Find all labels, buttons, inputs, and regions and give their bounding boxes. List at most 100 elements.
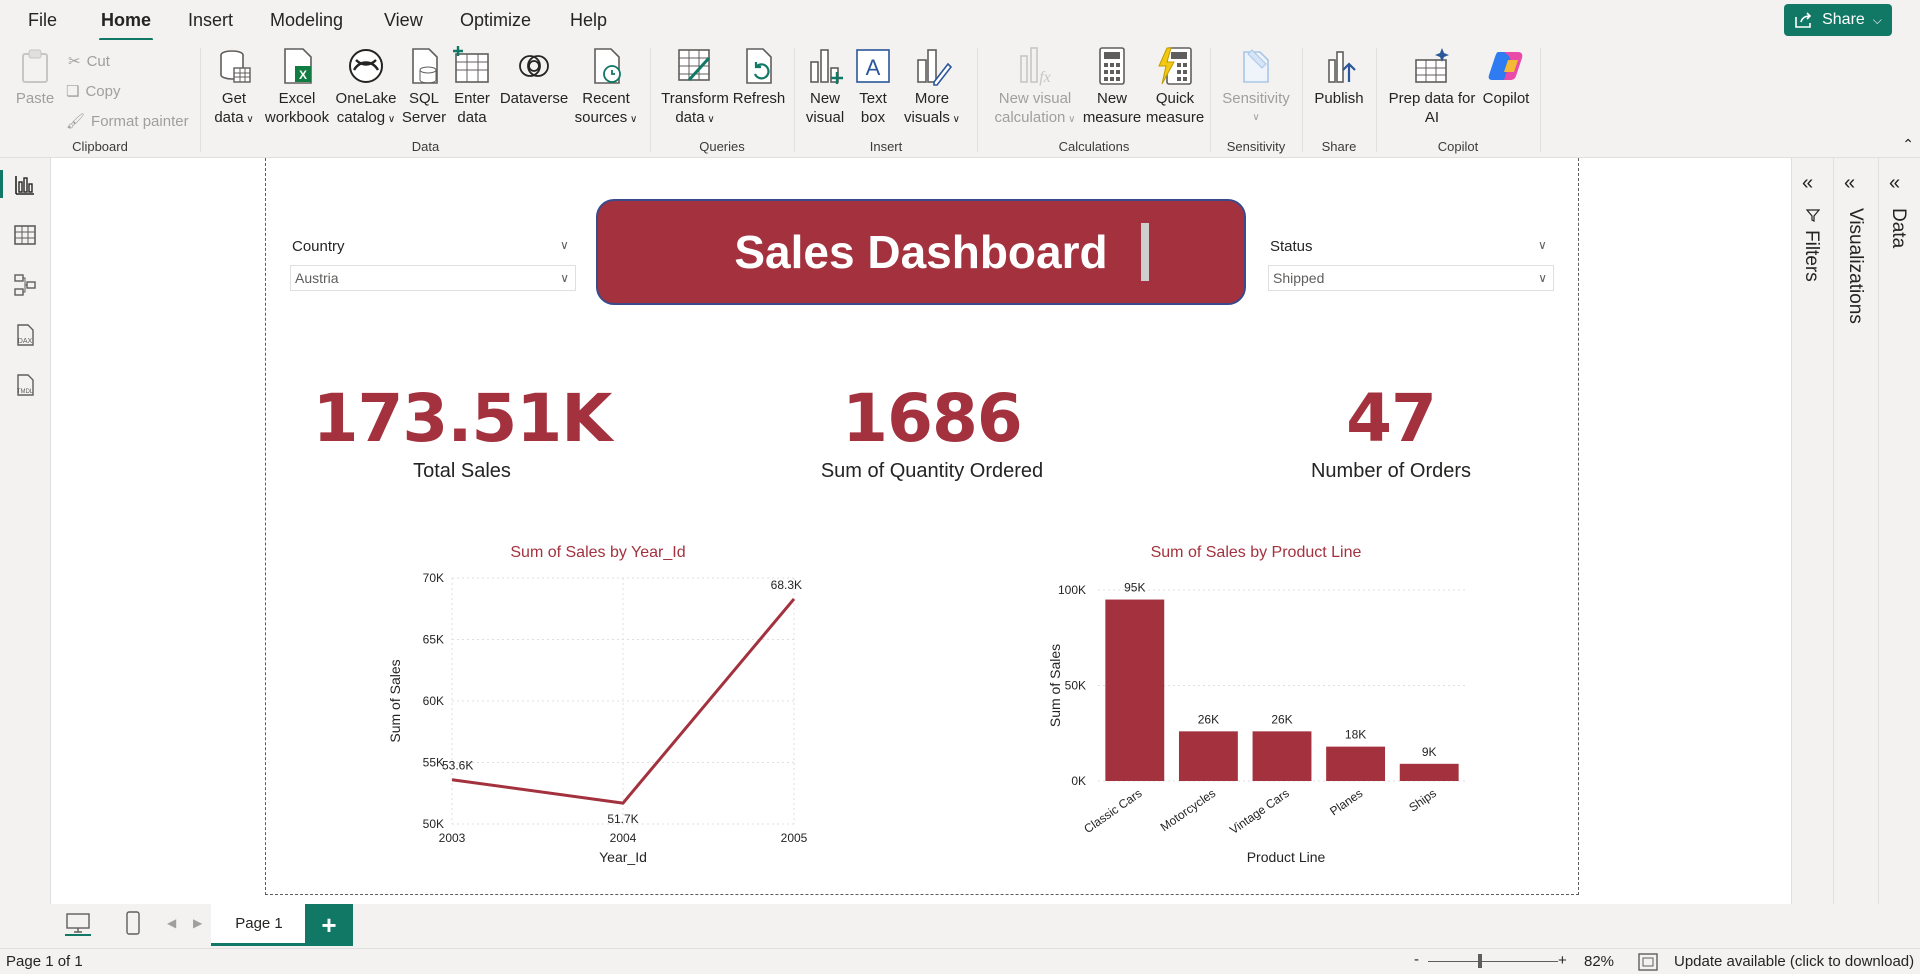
table-view-icon[interactable]: [12, 222, 38, 248]
dataverse-button[interactable]: Dataverse: [497, 46, 571, 108]
enter-data-button[interactable]: Enter data: [451, 46, 493, 127]
menu-help[interactable]: Help: [570, 10, 607, 31]
kpi-orders-value[interactable]: 47: [1241, 380, 1541, 457]
svg-text:TMDL: TMDL: [17, 389, 34, 395]
publish-button[interactable]: Publish: [1309, 46, 1369, 108]
country-slicer-value: Austria: [295, 270, 339, 286]
mobile-layout-icon[interactable]: [125, 910, 141, 936]
sql-server-button[interactable]: SQL Server: [401, 46, 447, 127]
data-label: 53.6K: [442, 759, 473, 773]
chevron-down-icon[interactable]: ∨: [1538, 238, 1547, 252]
bar-chart[interactable]: 0K 50K 100K 95K Classic Cars 26K Motorcycles 26…: [1040, 566, 1480, 876]
data-label: 68.3K: [771, 578, 802, 592]
filter-icon: [1806, 209, 1820, 222]
share-label: Share: [1822, 11, 1865, 28]
recent-sources-button[interactable]: Recent sources ∨: [571, 46, 641, 129]
status-slicer-dropdown[interactable]: Shipped ∨: [1268, 265, 1554, 291]
copilot-label: Copilot: [1482, 90, 1530, 107]
sensitivity-button[interactable]: Sensitivity ∨: [1215, 46, 1297, 127]
format-painter-button[interactable]: 🖌 Format painter: [66, 112, 189, 131]
transform-data-button[interactable]: Transform data ∨: [659, 46, 731, 129]
zoom-slider-thumb[interactable]: [1478, 954, 1482, 968]
excel-workbook-button[interactable]: X Excel workbook: [261, 46, 333, 127]
share-icon: [1795, 12, 1812, 28]
bar: [1178, 731, 1238, 781]
paste-button[interactable]: Paste: [14, 46, 56, 108]
new-measure-button[interactable]: New measure: [1080, 46, 1144, 127]
refresh-icon: [746, 48, 772, 84]
line-chart[interactable]: 50K 55K 60K 65K 70K 2003 2004 2005 53.6K 51.7K 68.…: [380, 566, 820, 876]
kpi-total-sales-value[interactable]: 173.51K: [312, 380, 613, 457]
database-icon: [220, 50, 251, 83]
bar: [1326, 746, 1386, 781]
quick-measure-button[interactable]: Quick measure: [1144, 46, 1206, 127]
zoom-in-button[interactable]: +: [1558, 952, 1567, 969]
zoom-slider[interactable]: [1428, 961, 1558, 962]
copy-button[interactable]: ❏ Copy: [66, 82, 120, 101]
menu-file[interactable]: File: [28, 10, 57, 31]
clipboard-group-label: Clipboard: [72, 139, 128, 154]
svg-text:fx: fx: [1039, 69, 1051, 86]
new-visual-calc-label-1: New visual: [998, 90, 1072, 107]
expand-visualizations-icon[interactable]: «: [1844, 172, 1855, 195]
copilot-button[interactable]: Copilot: [1477, 46, 1535, 108]
text-box-button[interactable]: A Text box: [851, 46, 895, 127]
chevron-down-icon[interactable]: ∨: [560, 238, 569, 252]
recent-label-1: Recent: [582, 90, 630, 107]
next-page-icon[interactable]: ▶: [193, 916, 202, 930]
model-view-icon[interactable]: [12, 272, 38, 298]
y-tick-label: 55K: [423, 756, 444, 770]
expand-data-icon[interactable]: «: [1889, 172, 1900, 195]
status-slicer-value: Shipped: [1273, 270, 1325, 286]
text-cursor: [1141, 223, 1149, 281]
collapse-ribbon-icon[interactable]: ⌃: [1902, 136, 1914, 153]
more-visuals-button[interactable]: More visuals ∨: [899, 46, 965, 129]
publish-icon: [1328, 51, 1356, 83]
dashboard-title-banner[interactable]: Sales Dashboard: [596, 199, 1246, 305]
more-visuals-label-2: visuals ∨: [904, 109, 960, 126]
svg-text:A: A: [866, 55, 881, 80]
country-slicer-dropdown[interactable]: Austria ∨: [290, 265, 576, 291]
add-page-button[interactable]: +: [305, 904, 353, 946]
transform-data-icon: [678, 49, 711, 82]
zoom-out-button[interactable]: -: [1414, 951, 1419, 968]
get-data-button[interactable]: Get data ∨: [209, 46, 259, 129]
new-visual-label-2: visual: [805, 109, 845, 126]
update-available-link[interactable]: Update available (click to download): [1674, 953, 1914, 970]
new-visual-button[interactable]: New visual: [801, 46, 849, 127]
filters-pane[interactable]: « Filters: [1791, 158, 1833, 904]
prep-data-ai-icon: [1415, 48, 1449, 83]
data-pane[interactable]: « Data: [1878, 158, 1920, 904]
previous-page-icon[interactable]: ◀: [167, 916, 176, 930]
fit-to-page-icon[interactable]: [1638, 953, 1658, 971]
copilot-icon: [1488, 52, 1523, 80]
prep-data-for-ai-button[interactable]: Prep data for AI: [1385, 46, 1479, 127]
refresh-button[interactable]: Refresh: [731, 46, 787, 108]
refresh-label: Refresh: [732, 90, 786, 107]
kpi-quantity-value[interactable]: 1686: [782, 380, 1082, 457]
tmdl-view-icon[interactable]: TMDL: [12, 372, 38, 398]
new-visual-calculation-button[interactable]: fx New visual calculation ∨: [992, 46, 1078, 129]
expand-filters-icon[interactable]: «: [1802, 172, 1813, 195]
dax-query-view-icon[interactable]: DAX: [12, 322, 38, 348]
menu-home[interactable]: Home: [98, 10, 154, 41]
chevron-down-icon: ∨: [1065, 114, 1076, 125]
fx-icon: fx: [1020, 47, 1051, 86]
menu-optimize[interactable]: Optimize: [460, 10, 531, 31]
visualizations-pane[interactable]: « Visualizations: [1833, 158, 1878, 904]
menu-modeling[interactable]: Modeling: [270, 10, 343, 31]
kpi-orders-label: Number of Orders: [1310, 460, 1472, 482]
menu-insert[interactable]: Insert: [188, 10, 233, 31]
kpi-quantity-label: Sum of Quantity Ordered: [820, 460, 1044, 482]
onelake-catalog-button[interactable]: OneLake catalog ∨: [333, 46, 399, 129]
visualizations-pane-label: Visualizations: [1845, 208, 1866, 324]
chevron-down-icon: ∨: [560, 271, 569, 285]
cut-button[interactable]: ✂ Cut: [68, 52, 110, 71]
share-group: Publish Share: [1303, 44, 1375, 156]
page-tab-1[interactable]: Page 1: [211, 904, 307, 946]
y-tick-label: 0K: [1071, 774, 1086, 788]
desktop-layout-icon[interactable]: [65, 912, 91, 936]
menu-view[interactable]: View: [384, 10, 423, 31]
report-view-icon[interactable]: [12, 172, 38, 198]
share-button[interactable]: Share ⌵: [1784, 4, 1892, 36]
